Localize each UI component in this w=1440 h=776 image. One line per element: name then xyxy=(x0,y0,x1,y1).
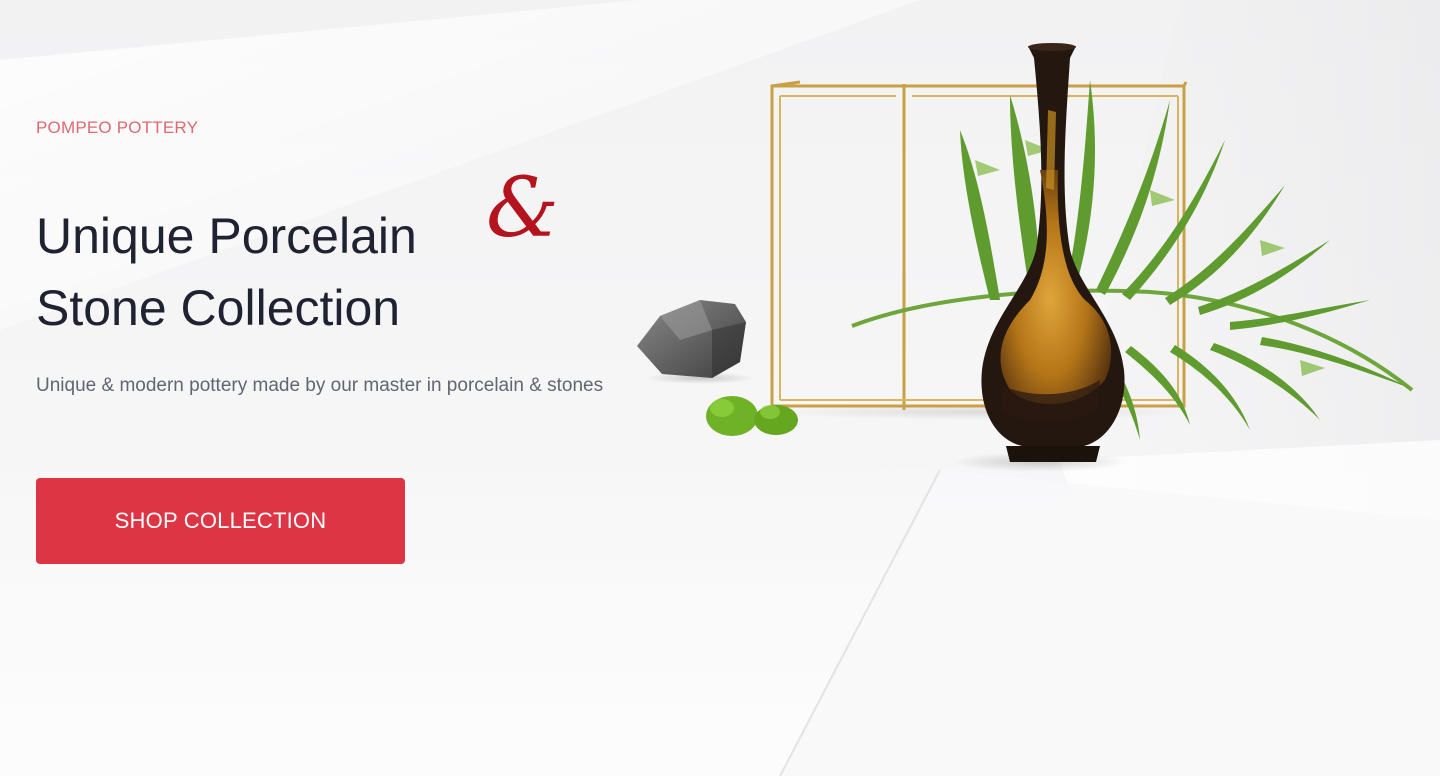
hero-subtitle: Unique & modern pottery made by our mast… xyxy=(36,375,604,396)
headline-line-1: Unique Porcelain xyxy=(36,208,417,264)
hero-headline: Unique Porcelain Stone Collection xyxy=(36,200,417,344)
fern-leaf xyxy=(851,80,1414,440)
black-gold-vase xyxy=(981,43,1125,462)
headline-ampersand: & xyxy=(486,161,559,256)
gray-stone xyxy=(637,300,746,378)
product-illustration xyxy=(637,43,1414,472)
shop-collection-button[interactable]: SHOP COLLECTION xyxy=(36,478,405,564)
brand-eyebrow: POMPEO POTTERY xyxy=(36,118,199,137)
headline-line-2: Stone Collection xyxy=(36,280,401,336)
green-moss xyxy=(706,396,798,436)
hero-banner: POMPEO POTTERY Unique Porcelain Stone Co… xyxy=(0,0,1440,776)
